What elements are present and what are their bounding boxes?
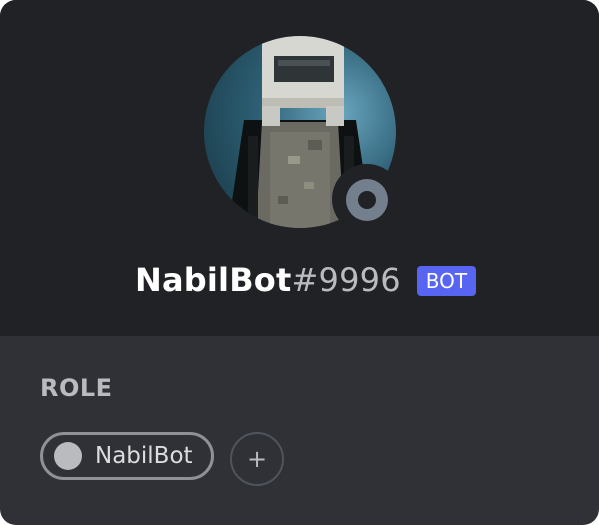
username-row: NabilBot #9996 BOT <box>135 256 477 304</box>
add-role-button[interactable]: + <box>230 432 284 486</box>
role-pill[interactable]: NabilBot <box>40 432 214 480</box>
role-color-dot[interactable] <box>54 442 82 470</box>
user-profile-card: NabilBot #9996 BOT ROLE NabilBot + <box>0 0 599 525</box>
status-dot-hole <box>358 191 376 209</box>
profile-header: NabilBot #9996 BOT <box>0 0 599 336</box>
discriminator: #9996 <box>291 261 401 299</box>
role-name: NabilBot <box>95 443 193 469</box>
plus-icon: + <box>246 445 268 473</box>
bot-tag: BOT <box>416 266 477 296</box>
roles-section-title: ROLE <box>40 374 113 402</box>
username: NabilBot <box>135 261 292 299</box>
